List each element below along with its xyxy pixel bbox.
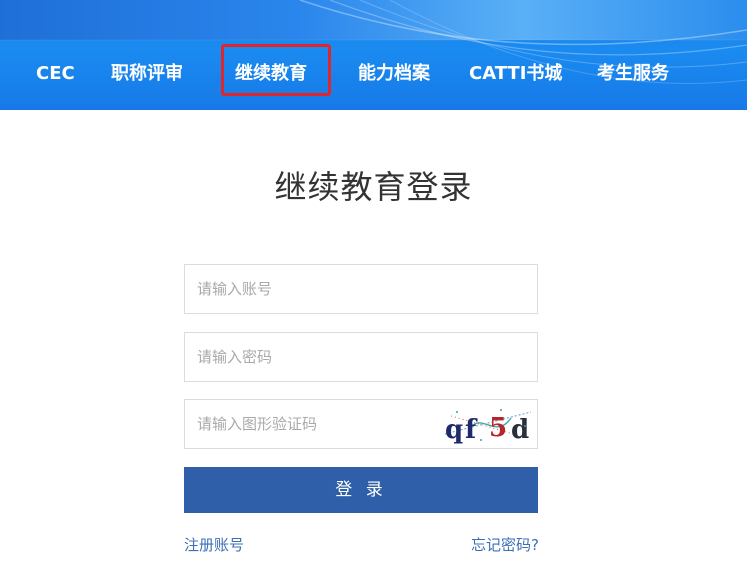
nav-item-ability-archive[interactable]: 能力档案 — [358, 40, 430, 110]
account-field — [184, 264, 538, 314]
nav-active-highlight — [221, 44, 331, 96]
captcha-char: f — [465, 415, 478, 444]
account-input[interactable] — [197, 265, 517, 313]
captcha-image[interactable]: q f 5 d — [441, 404, 535, 444]
captcha-text: q f 5 d — [445, 413, 529, 444]
nav-item-cec[interactable]: CEC — [36, 40, 75, 110]
login-button[interactable]: 登 录 — [184, 467, 538, 513]
captcha-field: q f 5 d — [184, 399, 538, 449]
nav-item-catti-bookstore[interactable]: CATTI书城 — [469, 40, 562, 110]
captcha-char: 5 — [489, 413, 507, 443]
nav-item-examinee-service[interactable]: 考生服务 — [597, 40, 669, 110]
header-banner: CEC 职称评审 继续教育 能力档案 CATTI书城 考生服务 — [0, 0, 747, 110]
captcha-input[interactable] — [197, 400, 437, 448]
main-nav: CEC 职称评审 继续教育 能力档案 CATTI书城 考生服务 — [0, 40, 747, 110]
password-input[interactable] — [197, 333, 517, 381]
captcha-char: q — [445, 415, 463, 444]
forgot-password-link[interactable]: 忘记密码? — [471, 534, 539, 555]
password-field — [184, 332, 538, 382]
captcha-char: d — [511, 415, 529, 444]
nav-item-title-review[interactable]: 职称评审 — [111, 40, 183, 110]
page-title: 继续教育登录 — [274, 168, 473, 206]
register-link[interactable]: 注册账号 — [184, 534, 244, 555]
